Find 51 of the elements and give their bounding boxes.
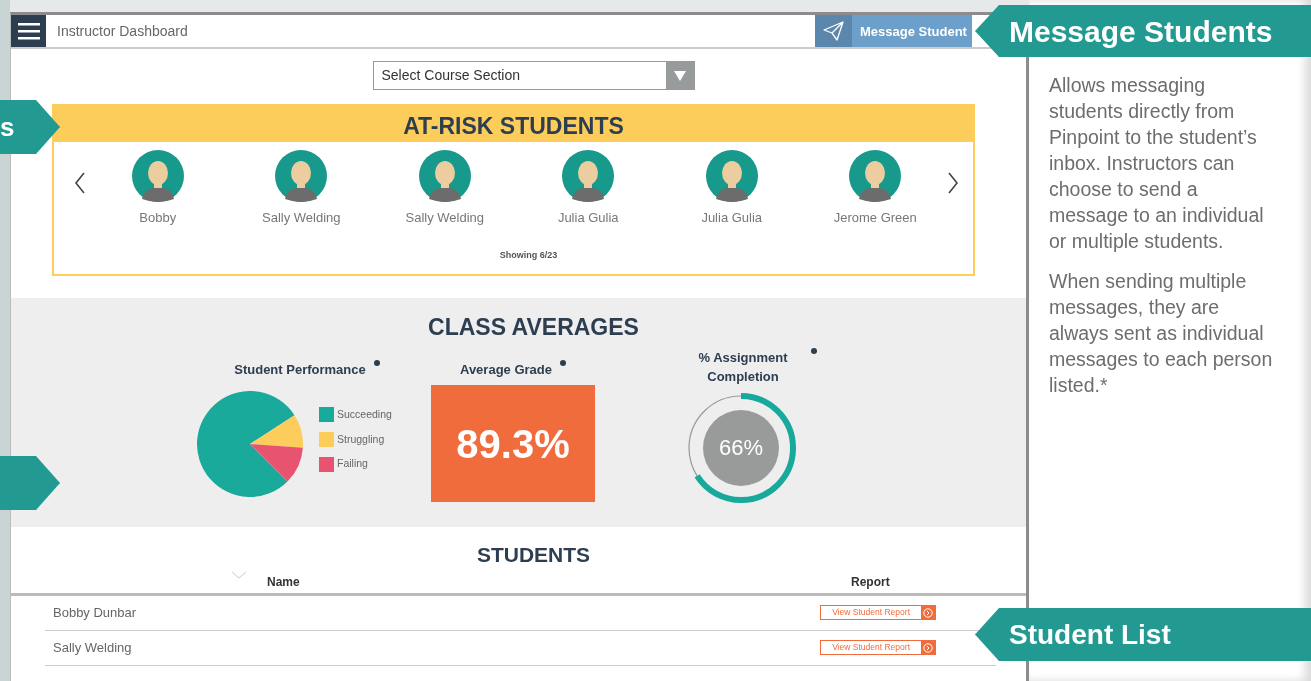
message-button[interactable]: Message Student — [815, 15, 972, 47]
section-title: STUDENTS — [475, 542, 592, 568]
chevron-right-icon — [947, 172, 959, 194]
dropdown-arrow-icon — [673, 70, 686, 81]
avatar-icon — [131, 150, 184, 202]
course-section-select[interactable]: Select Course Section — [372, 61, 695, 90]
showing-count: Showing 6/23 — [498, 248, 559, 262]
page-title: Instructor Dashboard — [56, 22, 189, 41]
legend-label: Failing — [337, 456, 368, 472]
callout-label: Message Students — [975, 5, 1311, 57]
progress-value: 66% — [717, 433, 764, 462]
student-name[interactable]: Bobby — [139, 208, 177, 228]
student-name[interactable]: Julia Gulia — [701, 208, 763, 228]
chart-title: Average Grade — [460, 360, 552, 379]
chart-title: Student Performance — [234, 360, 366, 379]
info-icon — [373, 359, 380, 366]
avatar-icon — [562, 150, 615, 202]
student-name[interactable]: Jerome Green — [833, 208, 917, 228]
section-title: AT-RISK STUDENTS — [54, 106, 973, 142]
student-name[interactable]: Sally Welding — [405, 208, 484, 228]
table-cell-text: Bobby Dunbar — [52, 603, 138, 622]
arrow-circle-icon — [923, 642, 933, 653]
avatar-icon — [705, 150, 758, 202]
table-cell-text: Sally Welding — [52, 638, 133, 657]
legend-label: Succeeding — [337, 406, 392, 422]
previous-button[interactable] — [74, 172, 86, 194]
info-icon — [811, 347, 817, 354]
chart-title: % Assignment Completion — [697, 348, 789, 387]
help-text: Allows messaging students directly from Pinpoint to the student’s inbox. Instructors can choose to send a message to an individual or multiple students. — [1049, 73, 1265, 254]
info-icon — [560, 359, 566, 366]
next-button[interactable] — [947, 172, 959, 194]
avatar-icon — [849, 150, 902, 202]
callout-label: Student List — [975, 608, 1311, 661]
view-report-button[interactable]: View Student Report — [820, 605, 936, 620]
student-name[interactable]: Sally Welding — [262, 208, 341, 228]
menu-button[interactable] — [11, 15, 46, 47]
avatar-icon — [418, 150, 471, 202]
chevron-left-icon — [74, 172, 86, 194]
grade-value: 89.3% — [431, 385, 595, 503]
paper-plane-icon — [823, 21, 844, 41]
arrow-circle-icon — [923, 607, 933, 618]
sort-icon — [231, 570, 247, 579]
avatar-icon — [275, 150, 328, 202]
section-title: CLASS AVERAGES — [427, 313, 640, 342]
column-header: Name — [267, 574, 300, 589]
view-report-button[interactable]: View Student Report — [820, 640, 936, 655]
column-header: Report — [851, 573, 890, 591]
menu-icon — [17, 22, 40, 40]
legend-label: Struggling — [337, 431, 385, 447]
help-text: When sending multiple messages, they are always sent as individual messages to each person listed.* — [1049, 269, 1274, 398]
student-name[interactable]: Julia Gulia — [557, 208, 619, 228]
